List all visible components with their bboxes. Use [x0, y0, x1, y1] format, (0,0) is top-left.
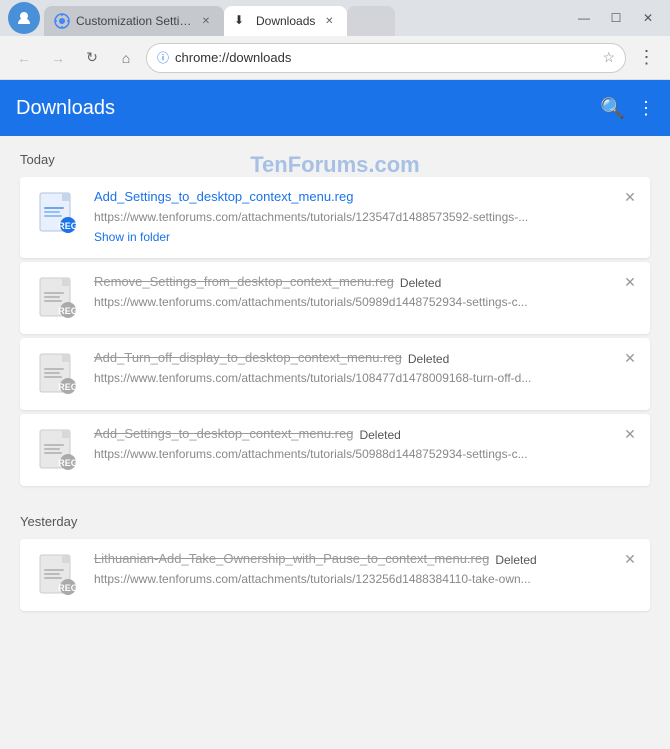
tab-downloads[interactable]: ⬇ Downloads ✕ — [224, 6, 347, 36]
filename-row: Add_Settings_to_desktop_context_menu.reg… — [94, 426, 636, 444]
page-title: Downloads — [16, 97, 600, 120]
lock-icon: ⓘ — [157, 49, 169, 66]
file-url: https://www.tenforums.com/attachments/tu… — [94, 210, 636, 224]
more-options-icon[interactable]: ⋮ — [637, 98, 654, 119]
download-card: REG Add_Settings_to_desktop_context_menu… — [20, 414, 650, 486]
download-info: Lithuanian-Add_Take_Ownership_with_Pause… — [94, 551, 636, 590]
download-info: Add_Settings_to_desktop_context_menu.reg… — [94, 189, 636, 246]
svg-text:REG: REG — [58, 458, 78, 468]
window-controls: — ☐ ✕ — [570, 4, 662, 32]
today-section: Today REG — [0, 136, 670, 486]
filename-row: Add_Settings_to_desktop_context_menu.reg — [94, 189, 636, 207]
close-button[interactable]: ✕ — [634, 4, 662, 32]
download-info: Add_Settings_to_desktop_context_menu.reg… — [94, 426, 636, 465]
home-button[interactable]: ⌂ — [112, 44, 140, 72]
deleted-file-name: Remove_Settings_from_desktop_context_men… — [94, 274, 394, 289]
download-card: REG Add_Turn_off_display_to_desktop_cont… — [20, 338, 650, 410]
url-display: chrome://downloads — [175, 50, 596, 65]
browser-menu-button[interactable]: ⋮ — [632, 44, 660, 72]
customization-tab-favicon — [54, 13, 70, 29]
dismiss-download-2[interactable]: ✕ — [620, 272, 640, 292]
file-icon-container: REG — [34, 189, 82, 237]
minimize-button[interactable]: — — [570, 4, 598, 32]
deleted-badge: Deleted — [408, 352, 449, 366]
deleted-badge: Deleted — [359, 428, 400, 442]
bookmark-star-icon[interactable]: ☆ — [602, 49, 615, 66]
filename-row: Lithuanian-Add_Take_Ownership_with_Pause… — [94, 551, 636, 569]
file-url: https://www.tenforums.com/attachments/tu… — [94, 295, 636, 309]
forward-button[interactable]: → — [44, 44, 72, 72]
filename-row: Add_Turn_off_display_to_desktop_context_… — [94, 350, 636, 368]
file-name-link[interactable]: Add_Settings_to_desktop_context_menu.reg — [94, 189, 353, 204]
file-icon-container: REG — [34, 350, 82, 398]
new-tab-placeholder — [347, 6, 395, 36]
omnibox[interactable]: ⓘ chrome://downloads ☆ — [146, 43, 626, 73]
yesterday-section: Yesterday REG — [0, 498, 670, 611]
download-card: REG Lithuanian-Add_Take_Ownership_with_P… — [20, 539, 650, 611]
address-bar: ← → ↻ ⌂ ⓘ chrome://downloads ☆ ⋮ — [0, 36, 670, 80]
tab-customization[interactable]: Customization Settings c ✕ — [44, 6, 224, 36]
file-url: https://www.tenforums.com/attachments/tu… — [94, 572, 636, 586]
download-card: REG Remove_Settings_from_desktop_context… — [20, 262, 650, 334]
yesterday-label: Yesterday — [20, 514, 650, 529]
download-info: Add_Turn_off_display_to_desktop_context_… — [94, 350, 636, 389]
today-label: Today — [20, 152, 650, 167]
reg-file-icon: REG — [38, 553, 78, 597]
customization-tab-close[interactable]: ✕ — [198, 13, 214, 29]
deleted-badge: Deleted — [495, 553, 536, 567]
downloads-tab-label: Downloads — [256, 14, 315, 28]
bottom-spacer — [0, 615, 670, 635]
maximize-button[interactable]: ☐ — [602, 4, 630, 32]
search-icon[interactable]: 🔍 — [600, 96, 625, 121]
deleted-file-name: Add_Settings_to_desktop_context_menu.reg — [94, 426, 353, 441]
svg-text:REG: REG — [58, 382, 78, 392]
downloads-tab-favicon: ⬇ — [234, 13, 250, 29]
deleted-file-name: Lithuanian-Add_Take_Ownership_with_Pause… — [94, 551, 489, 566]
window-frame: Customization Settings c ✕ ⬇ Downloads ✕… — [0, 0, 670, 749]
dismiss-download-3[interactable]: ✕ — [620, 348, 640, 368]
filename-row: Remove_Settings_from_desktop_context_men… — [94, 274, 636, 292]
refresh-button[interactable]: ↻ — [78, 44, 106, 72]
show-in-folder-link[interactable]: Show in folder — [94, 230, 170, 244]
file-icon-container: REG — [34, 426, 82, 474]
file-icon-container: REG — [34, 274, 82, 322]
back-button[interactable]: ← — [10, 44, 38, 72]
customization-tab-label: Customization Settings c — [76, 14, 192, 28]
file-icon-container: REG — [34, 551, 82, 599]
reg-file-icon: REG — [38, 428, 78, 472]
page-header: Downloads 🔍 ⋮ — [0, 80, 670, 136]
title-bar: Customization Settings c ✕ ⬇ Downloads ✕… — [0, 0, 670, 36]
reg-file-icon: REG — [38, 191, 78, 235]
download-card: REG Add_Settings_to_desktop_context_menu… — [20, 177, 650, 258]
reg-file-icon: REG — [38, 276, 78, 320]
svg-text:REG: REG — [58, 306, 78, 316]
dismiss-download-4[interactable]: ✕ — [620, 424, 640, 444]
download-info: Remove_Settings_from_desktop_context_men… — [94, 274, 636, 313]
svg-text:REG: REG — [58, 221, 78, 231]
deleted-file-name: Add_Turn_off_display_to_desktop_context_… — [94, 350, 402, 365]
deleted-badge: Deleted — [400, 276, 441, 290]
dismiss-download-1[interactable]: ✕ — [620, 187, 640, 207]
profile-button[interactable] — [8, 2, 40, 34]
dismiss-download-5[interactable]: ✕ — [620, 549, 640, 569]
reg-file-icon: REG — [38, 352, 78, 396]
tab-strip: Customization Settings c ✕ ⬇ Downloads ✕ — [44, 0, 562, 36]
file-url: https://www.tenforums.com/attachments/tu… — [94, 371, 636, 385]
svg-text:REG: REG — [58, 583, 78, 593]
file-url: https://www.tenforums.com/attachments/tu… — [94, 447, 636, 461]
downloads-tab-close[interactable]: ✕ — [321, 13, 337, 29]
downloads-content: TenForums.com Today REG — [0, 136, 670, 749]
